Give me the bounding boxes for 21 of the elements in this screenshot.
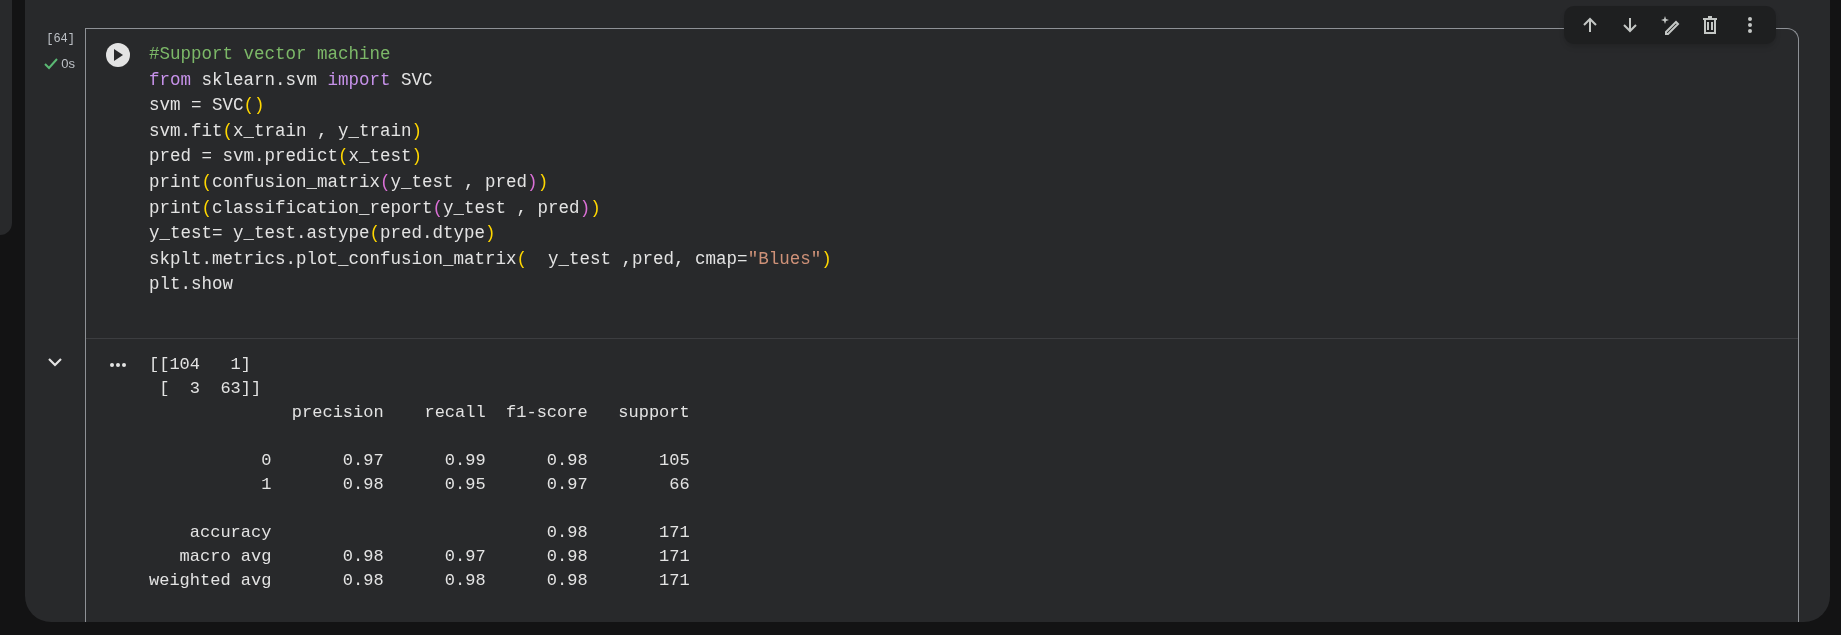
run-button[interactable] [105, 43, 130, 67]
code-line: print(confusion_matrix(y_test , pred)) [149, 170, 549, 194]
code-line: pred = svm.predict(x_test) [149, 145, 423, 169]
execution-time: 0s [61, 55, 75, 73]
code-line: skplt.metrics.plot_confusion_matrix( y_test ,pred, cmap="Blues") [149, 247, 832, 271]
trash-icon [1700, 15, 1720, 35]
play-icon [112, 49, 123, 61]
code-line: plt.show [149, 273, 233, 297]
more-vertical-icon [1748, 17, 1752, 33]
arrow-down-icon [1620, 15, 1640, 35]
code-line: y_test= y_test.astype(pred.dtype) [149, 222, 496, 246]
code-line: print(classification_report(y_test , pred)) [149, 196, 601, 220]
execution-count: [64] [46, 31, 75, 48]
code-line: svm = SVC() [149, 94, 265, 118]
more-horizontal-icon [109, 362, 126, 367]
code-line: svm.fit(x_train , y_train) [149, 119, 423, 143]
sparkle-pencil-icon [1660, 15, 1680, 35]
cell-output: [[104 1] [ 3 63]] precision recall f1-score support 0 0.97 0.99 0.98 105 1 0.98 0.95 0.97 66 accuracy 0.98 171 macro avg 0.98 0.97 0.98 171 weighted avg 0.98 0.98 0.98 171 [149, 353, 690, 592]
code-line: from sklearn.svm import SVC [149, 68, 433, 92]
code-line: #Support vector machine [149, 43, 391, 66]
chevron-down-icon [48, 358, 62, 368]
